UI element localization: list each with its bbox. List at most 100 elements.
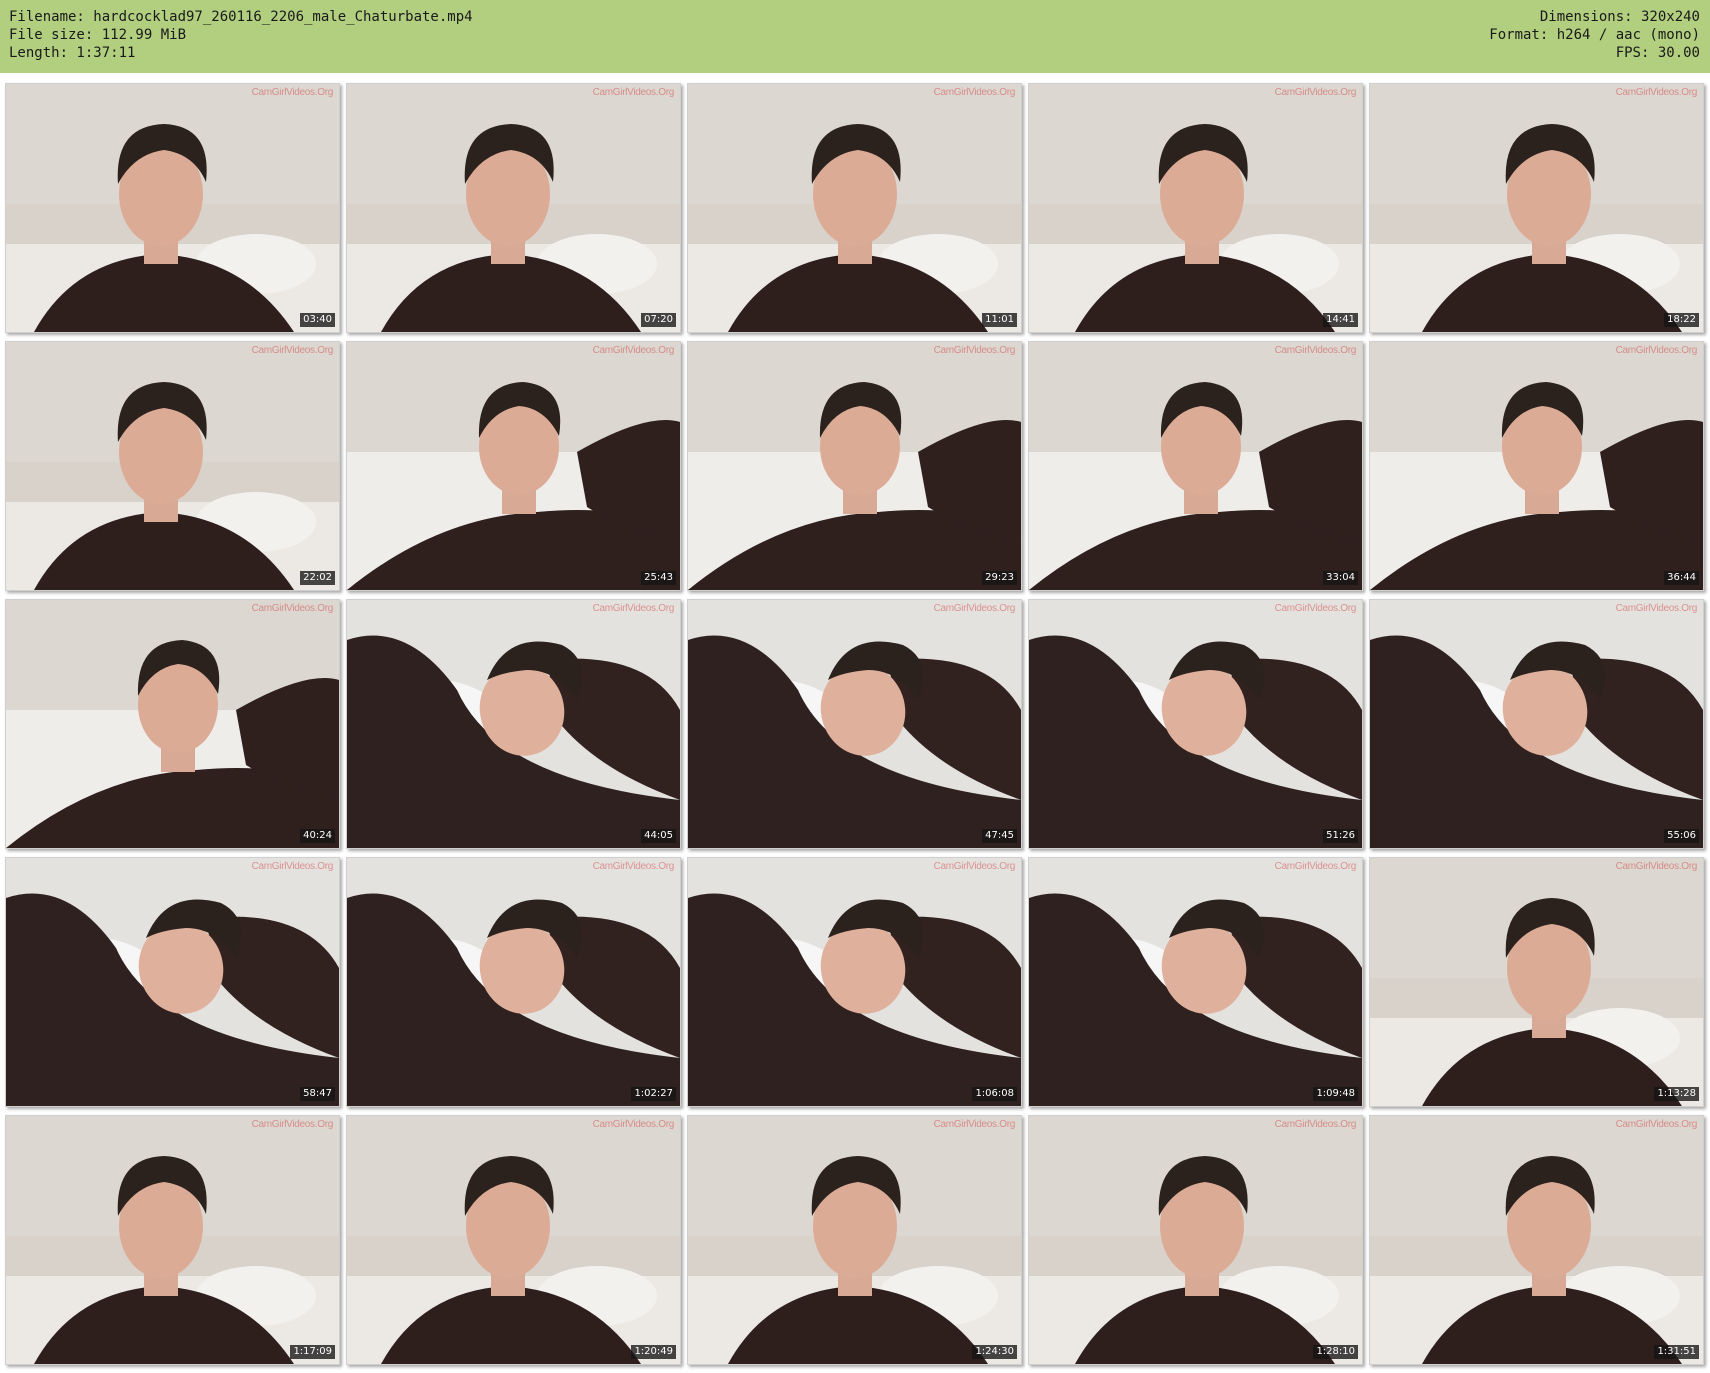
- watermark-text: CamGirlVideos.Org: [933, 603, 1016, 614]
- frame-image: [1370, 1116, 1703, 1364]
- watermark-text: CamGirlVideos.Org: [933, 345, 1016, 356]
- video-thumbnail[interactable]: CamGirlVideos.Org 07:20: [346, 83, 681, 333]
- video-thumbnail[interactable]: CamGirlVideos.Org 58:47: [5, 857, 340, 1107]
- info-header: Filename: hardcocklad97_260116_2206_male…: [0, 0, 1710, 73]
- video-thumbnail[interactable]: CamGirlVideos.Org 11:01: [687, 83, 1022, 333]
- watermark-text: CamGirlVideos.Org: [1274, 345, 1357, 356]
- length-label: Length: 1:37:11: [9, 45, 136, 61]
- video-meta: Dimensions: 320x240 Format: h264 / aac (…: [1489, 8, 1700, 62]
- fps-label: FPS: 30.00: [1615, 45, 1700, 61]
- video-thumbnail[interactable]: CamGirlVideos.Org 22:02: [5, 341, 340, 591]
- thumbnail-grid: CamGirlVideos.Org 03:40 CamGirlVideos.Org 0…: [5, 83, 1705, 1365]
- dimensions-label: Dimensions: 320x240: [1539, 9, 1700, 25]
- frame-image: [6, 600, 339, 848]
- filesize-label: File size: 112.99 MiB: [9, 27, 187, 43]
- thumbnail-timestamp: 1:31:51: [1654, 1345, 1699, 1359]
- video-thumbnail[interactable]: CamGirlVideos.Org 03:40: [5, 83, 340, 333]
- watermark-text: CamGirlVideos.Org: [251, 87, 334, 98]
- frame-image: [6, 84, 339, 332]
- watermark-text: CamGirlVideos.Org: [1615, 87, 1698, 98]
- watermark-text: CamGirlVideos.Org: [251, 1119, 334, 1130]
- watermark-text: CamGirlVideos.Org: [1274, 603, 1357, 614]
- frame-image: [347, 342, 680, 590]
- frame-image: [1029, 1116, 1362, 1364]
- video-thumbnail[interactable]: CamGirlVideos.Org 1:02:27: [346, 857, 681, 1107]
- video-thumbnail[interactable]: CamGirlVideos.Org 1:17:09: [5, 1115, 340, 1365]
- frame-image: [688, 600, 1021, 848]
- video-thumbnail[interactable]: CamGirlVideos.Org 29:23: [687, 341, 1022, 591]
- frame-image: [1370, 342, 1703, 590]
- frame-image: [347, 600, 680, 848]
- video-thumbnail[interactable]: CamGirlVideos.Org 1:20:49: [346, 1115, 681, 1365]
- frame-image: [347, 858, 680, 1106]
- frame-image: [6, 1116, 339, 1364]
- thumbnail-timestamp: 1:13:28: [1654, 1087, 1699, 1101]
- frame-image: [1370, 600, 1703, 848]
- watermark-text: CamGirlVideos.Org: [1615, 603, 1698, 614]
- watermark-text: CamGirlVideos.Org: [592, 1119, 675, 1130]
- frame-image: [6, 342, 339, 590]
- watermark-text: CamGirlVideos.Org: [251, 345, 334, 356]
- thumbnail-timestamp: 40:24: [300, 829, 335, 843]
- frame-image: [1029, 600, 1362, 848]
- video-thumbnail[interactable]: CamGirlVideos.Org 1:13:28: [1369, 857, 1704, 1107]
- watermark-text: CamGirlVideos.Org: [1274, 1119, 1357, 1130]
- watermark-text: CamGirlVideos.Org: [933, 861, 1016, 872]
- frame-image: [688, 1116, 1021, 1364]
- video-thumbnail[interactable]: CamGirlVideos.Org 51:26: [1028, 599, 1363, 849]
- thumbnail-timestamp: 03:40: [300, 313, 335, 327]
- watermark-text: CamGirlVideos.Org: [592, 345, 675, 356]
- video-thumbnail[interactable]: CamGirlVideos.Org 1:31:51: [1369, 1115, 1704, 1365]
- thumbnail-timestamp: 51:26: [1323, 829, 1358, 843]
- video-thumbnail[interactable]: CamGirlVideos.Org 47:45: [687, 599, 1022, 849]
- frame-image: [347, 1116, 680, 1364]
- frame-image: [1370, 858, 1703, 1106]
- thumbnail-timestamp: 22:02: [300, 571, 335, 585]
- frame-image: [688, 858, 1021, 1106]
- watermark-text: CamGirlVideos.Org: [933, 1119, 1016, 1130]
- thumbnail-timestamp: 25:43: [641, 571, 676, 585]
- thumbnail-timestamp: 07:20: [641, 313, 676, 327]
- watermark-text: CamGirlVideos.Org: [1615, 1119, 1698, 1130]
- video-thumbnail[interactable]: CamGirlVideos.Org 33:04: [1028, 341, 1363, 591]
- video-thumbnail[interactable]: CamGirlVideos.Org 14:41: [1028, 83, 1363, 333]
- watermark-text: CamGirlVideos.Org: [1274, 87, 1357, 98]
- video-thumbnail[interactable]: CamGirlVideos.Org 1:28:10: [1028, 1115, 1363, 1365]
- video-thumbnail[interactable]: CamGirlVideos.Org 25:43: [346, 341, 681, 591]
- watermark-text: CamGirlVideos.Org: [251, 861, 334, 872]
- thumbnail-timestamp: 18:22: [1664, 313, 1699, 327]
- watermark-text: CamGirlVideos.Org: [592, 861, 675, 872]
- watermark-text: CamGirlVideos.Org: [1274, 861, 1357, 872]
- thumbnail-timestamp: 33:04: [1323, 571, 1358, 585]
- format-label: Format: h264 / aac (mono): [1489, 27, 1700, 43]
- thumbnail-timestamp: 36:44: [1664, 571, 1699, 585]
- video-thumbnail[interactable]: CamGirlVideos.Org 40:24: [5, 599, 340, 849]
- video-thumbnail[interactable]: CamGirlVideos.Org 55:06: [1369, 599, 1704, 849]
- thumbnail-timestamp: 1:02:27: [631, 1087, 676, 1101]
- frame-image: [347, 84, 680, 332]
- watermark-text: CamGirlVideos.Org: [1615, 861, 1698, 872]
- watermark-text: CamGirlVideos.Org: [251, 603, 334, 614]
- video-thumbnail[interactable]: CamGirlVideos.Org 1:06:08: [687, 857, 1022, 1107]
- video-thumbnail[interactable]: CamGirlVideos.Org 1:09:48: [1028, 857, 1363, 1107]
- thumbnail-timestamp: 55:06: [1664, 829, 1699, 843]
- frame-image: [1029, 84, 1362, 332]
- watermark-text: CamGirlVideos.Org: [933, 87, 1016, 98]
- thumbnail-timestamp: 1:09:48: [1313, 1087, 1358, 1101]
- file-meta: Filename: hardcocklad97_260116_2206_male…: [9, 8, 473, 62]
- video-thumbnail[interactable]: CamGirlVideos.Org 44:05: [346, 599, 681, 849]
- thumbnail-timestamp: 58:47: [300, 1087, 335, 1101]
- video-thumbnail[interactable]: CamGirlVideos.Org 18:22: [1369, 83, 1704, 333]
- thumbnail-timestamp: 1:17:09: [290, 1345, 335, 1359]
- thumbnail-timestamp: 1:20:49: [631, 1345, 676, 1359]
- watermark-text: CamGirlVideos.Org: [592, 87, 675, 98]
- thumbnail-timestamp: 44:05: [641, 829, 676, 843]
- thumbnail-timestamp: 1:06:08: [972, 1087, 1017, 1101]
- video-thumbnail[interactable]: CamGirlVideos.Org 36:44: [1369, 341, 1704, 591]
- watermark-text: CamGirlVideos.Org: [1615, 345, 1698, 356]
- thumbnail-timestamp: 29:23: [982, 571, 1017, 585]
- frame-image: [1029, 342, 1362, 590]
- video-thumbnail[interactable]: CamGirlVideos.Org 1:24:30: [687, 1115, 1022, 1365]
- thumbnail-timestamp: 47:45: [982, 829, 1017, 843]
- thumbnail-timestamp: 14:41: [1323, 313, 1358, 327]
